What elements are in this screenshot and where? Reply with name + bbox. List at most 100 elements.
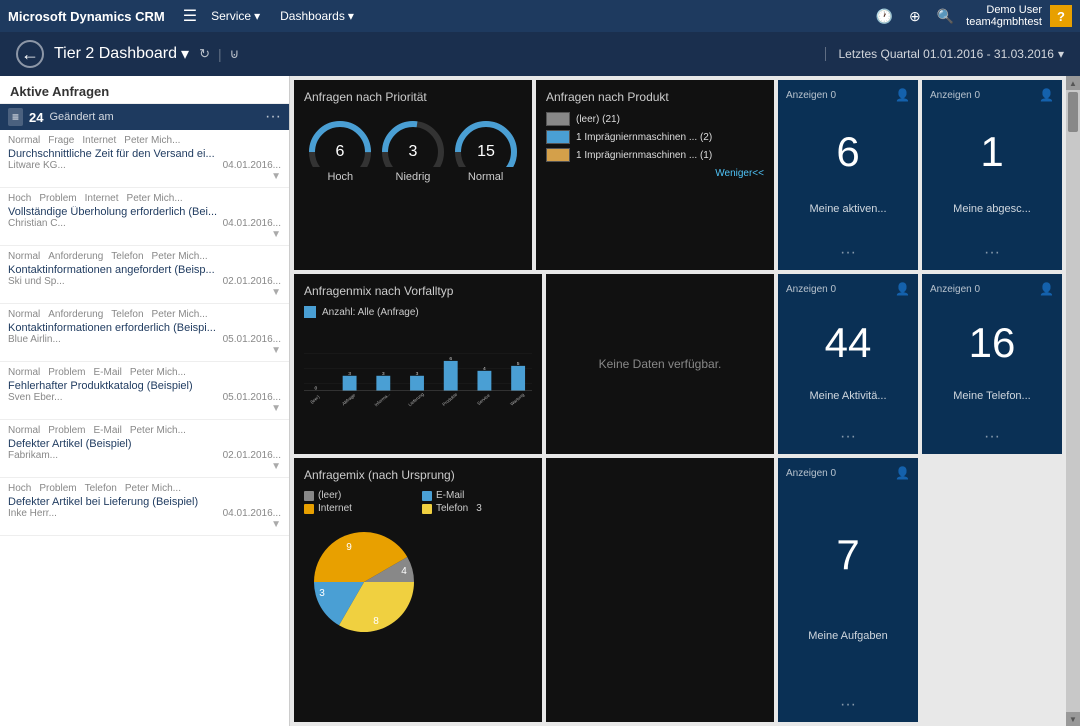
expand-arrow[interactable]: ▼ bbox=[8, 403, 281, 414]
left-panel: Aktive Anfragen ≡ 24 Geändert am ··· Nor… bbox=[0, 76, 290, 726]
list-item[interactable]: Normal Anforderung Telefon Peter Mich...… bbox=[0, 304, 289, 362]
kpi-tile-4-more[interactable]: ··· bbox=[984, 428, 1000, 446]
svg-text:15: 15 bbox=[477, 143, 495, 160]
refresh-icon[interactable]: ↻ bbox=[199, 46, 210, 62]
kpi-tile-4[interactable]: Anzeigen 0 👤 16 Meine Telefon... ··· bbox=[922, 274, 1062, 454]
bar-legend-text: Anzahl: Alle (Anfrage) bbox=[322, 307, 419, 318]
svg-text:(leer): (leer) bbox=[309, 394, 321, 405]
kpi-tile-1[interactable]: Anzeigen 0 👤 6 Meine aktiven... ··· bbox=[778, 80, 918, 270]
gauge-niedrig-svg: 3 bbox=[378, 112, 448, 167]
item-title[interactable]: Fehlerhafter Produktkatalog (Beispiel) bbox=[8, 380, 281, 392]
expand-arrow[interactable]: ▼ bbox=[8, 229, 281, 240]
svg-text:9: 9 bbox=[346, 542, 352, 553]
item-meta: Hoch Problem Internet Peter Mich... bbox=[8, 193, 281, 204]
expand-arrow[interactable]: ▼ bbox=[8, 519, 281, 530]
pie-dot-email bbox=[422, 491, 432, 501]
item-title[interactable]: Kontaktinformationen angefordert (Beisp.… bbox=[8, 264, 281, 276]
clock-icon[interactable]: 🕐 bbox=[872, 4, 897, 29]
bar-chart-svg: 0 (leer) 3 Abfrage 3 Informa... bbox=[304, 322, 532, 437]
kpi-tile-4-value: 16 bbox=[969, 322, 1016, 364]
app-brand: Microsoft Dynamics CRM bbox=[8, 9, 165, 24]
pie-dot-internet bbox=[304, 504, 314, 514]
back-button[interactable]: ← bbox=[16, 40, 44, 68]
kpi-tile-3[interactable]: Anzeigen 0 👤 44 Meine Aktivitä... ··· bbox=[778, 274, 918, 454]
date-range-selector[interactable]: Letztes Quartal 01.01.2016 - 31.03.2016 … bbox=[825, 47, 1064, 61]
list-toolbar: ≡ 24 Geändert am ··· bbox=[0, 104, 289, 130]
priority-chart-panel: Anfragen nach Priorität 6 Hoch bbox=[294, 80, 532, 270]
item-title[interactable]: Vollständige Überholung erforderlich (Be… bbox=[8, 206, 281, 218]
item-title[interactable]: Defekter Artikel (Beispiel) bbox=[8, 438, 281, 450]
item-title[interactable]: Defekter Artikel bei Lieferung (Beispiel… bbox=[8, 496, 281, 508]
list-item[interactable]: Hoch Problem Telefon Peter Mich... Defek… bbox=[0, 478, 289, 536]
kpi-tile-5-header: Anzeigen 0 👤 bbox=[786, 466, 910, 480]
help-button[interactable]: ? bbox=[1050, 5, 1072, 27]
kpi-tile-3-more[interactable]: ··· bbox=[840, 428, 856, 446]
kpi-tile-1-label: Meine aktiven... bbox=[809, 203, 886, 215]
list-subtitle: Geändert am bbox=[49, 111, 259, 123]
kpi-tile-5-label: Meine Aufgaben bbox=[808, 630, 888, 642]
scroll-down-arrow[interactable]: ▼ bbox=[1066, 712, 1080, 726]
list-icon: ≡ bbox=[8, 108, 23, 126]
expand-arrow[interactable]: ▼ bbox=[8, 461, 281, 472]
pie-legend-telefon: Telefon 3 bbox=[422, 503, 532, 514]
filter-icon[interactable]: ⊍ bbox=[230, 46, 240, 62]
dashboard-title[interactable]: Tier 2 Dashboard ▾ bbox=[54, 44, 189, 64]
kpi-tile-2[interactable]: Anzeigen 0 👤 1 Meine abgesc... ··· bbox=[922, 80, 1062, 270]
expand-arrow[interactable]: ▼ bbox=[8, 287, 281, 298]
kpi-tile-1-more[interactable]: ··· bbox=[840, 244, 856, 262]
no-data-panel: Keine Daten verfügbar. bbox=[546, 274, 774, 454]
scroll-up-arrow[interactable]: ▲ bbox=[1066, 76, 1080, 90]
gauge-hoch: 6 Hoch bbox=[305, 112, 375, 183]
item-sub: Inke Herr... 04.01.2016... bbox=[8, 508, 281, 519]
top-row: Anfragen nach Priorität 6 Hoch bbox=[294, 80, 1062, 270]
item-title[interactable]: Durchschnittliche Zeit für den Versand e… bbox=[8, 148, 281, 160]
search-icon[interactable]: 🔍 bbox=[933, 4, 958, 29]
item-title[interactable]: Kontaktinformationen erforderlich (Beisp… bbox=[8, 322, 281, 334]
panels-wrapper: Anfragen nach Priorität 6 Hoch bbox=[290, 76, 1066, 726]
nav-dashboards[interactable]: Dashboards ▾ bbox=[272, 5, 362, 27]
list-item[interactable]: Hoch Problem Internet Peter Mich... Voll… bbox=[0, 188, 289, 246]
legend-item-3: 1 Imprägniernmaschinen ... (1) bbox=[546, 148, 764, 162]
nav-right: 🕐 ⊕ 🔍 Demo User team4gmbhtest ? bbox=[872, 4, 1072, 29]
person-icon-5: 👤 bbox=[895, 466, 910, 480]
kpi-tile-4-header: Anzeigen 0 👤 bbox=[930, 282, 1054, 296]
pie-legend-leer: (leer) bbox=[304, 490, 414, 501]
kpi-tile-5-more[interactable]: ··· bbox=[840, 696, 856, 714]
scrollbar[interactable]: ▲ ▼ bbox=[1066, 76, 1080, 726]
item-sub: Fabrikam... 02.01.2016... bbox=[8, 450, 281, 461]
item-meta: Hoch Problem Telefon Peter Mich... bbox=[8, 483, 281, 494]
bar-legend-color bbox=[304, 306, 316, 318]
expand-arrow[interactable]: ▼ bbox=[8, 171, 281, 182]
pie-dot-leer bbox=[304, 491, 314, 501]
list-item[interactable]: Normal Problem E-Mail Peter Mich... Defe… bbox=[0, 420, 289, 478]
item-sub: Litware KG... 04.01.2016... bbox=[8, 160, 281, 171]
list-more-button[interactable]: ··· bbox=[265, 108, 281, 126]
product-less-link[interactable]: Weniger<< bbox=[546, 168, 764, 179]
gauge-normal-svg: 15 bbox=[451, 112, 521, 167]
hamburger-menu[interactable]: ☰ bbox=[177, 2, 203, 30]
gauge-niedrig-label: Niedrig bbox=[378, 171, 448, 183]
user-info[interactable]: Demo User team4gmbhtest bbox=[966, 4, 1042, 28]
svg-text:3: 3 bbox=[409, 143, 418, 160]
kpi-tile-2-value: 1 bbox=[980, 131, 1003, 173]
kpi-tile-3-header: Anzeigen 0 👤 bbox=[786, 282, 910, 296]
nav-service[interactable]: Service ▾ bbox=[203, 5, 268, 27]
sub-header: ← Tier 2 Dashboard ▾ ↻ | ⊍ Letztes Quart… bbox=[0, 32, 1080, 76]
list-item[interactable]: Normal Frage Internet Peter Mich... Durc… bbox=[0, 130, 289, 188]
list-item[interactable]: Normal Problem E-Mail Peter Mich... Fehl… bbox=[0, 362, 289, 420]
kpi-tile-5[interactable]: Anzeigen 0 👤 7 Meine Aufgaben ··· bbox=[778, 458, 918, 722]
scroll-thumb[interactable] bbox=[1068, 92, 1078, 132]
svg-text:3: 3 bbox=[416, 371, 419, 377]
list-item[interactable]: Normal Anforderung Telefon Peter Mich...… bbox=[0, 246, 289, 304]
kpi-tile-1-header: Anzeigen 0 👤 bbox=[786, 88, 910, 102]
globe-icon[interactable]: ⊕ bbox=[905, 4, 925, 29]
product-chart-panel: Anfragen nach Produkt (leer) (21) 1 Impr… bbox=[536, 80, 774, 270]
bottom-spacer-panel bbox=[546, 458, 774, 722]
bar-chart-panel: Anfragenmix nach Vorfalltyp Anzahl: Alle… bbox=[294, 274, 542, 454]
kpi-tile-2-more[interactable]: ··· bbox=[984, 244, 1000, 262]
expand-arrow[interactable]: ▼ bbox=[8, 345, 281, 356]
legend-color-3 bbox=[546, 148, 570, 162]
priority-chart-title: Anfragen nach Priorität bbox=[304, 90, 522, 104]
nav-menu: Service ▾ Dashboards ▾ bbox=[203, 5, 871, 27]
pie-legend: (leer) E-Mail Internet Telefon bbox=[304, 490, 532, 514]
